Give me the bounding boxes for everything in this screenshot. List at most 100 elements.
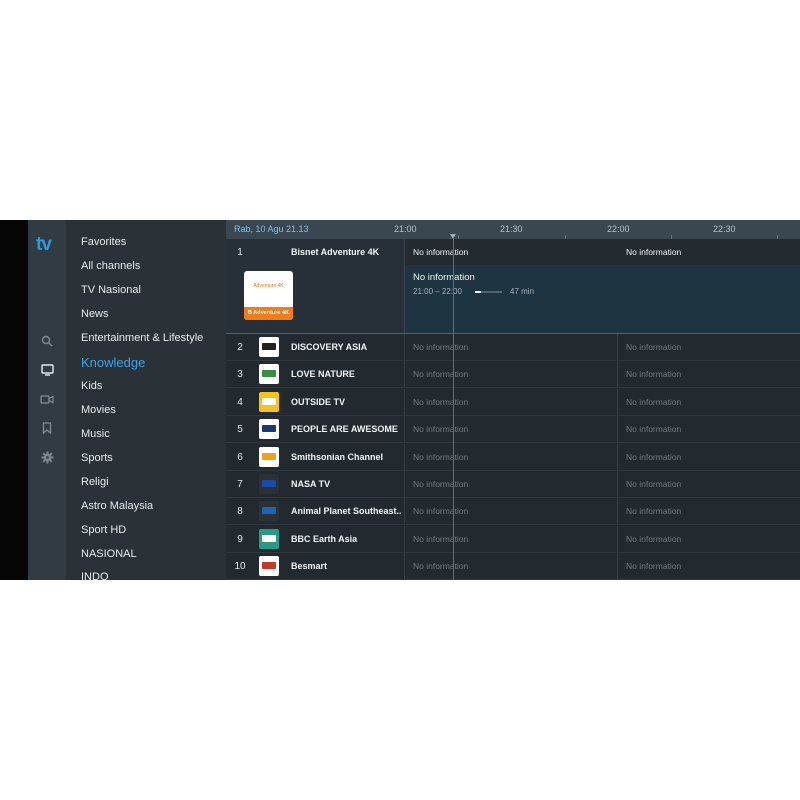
channel-name: PEOPLE ARE AWESOME: [291, 424, 398, 435]
program-title[interactable]: No information: [626, 506, 681, 516]
divider: [404, 388, 405, 416]
divider: [404, 443, 405, 471]
divider: [404, 416, 405, 444]
smithsonian-logo: [259, 446, 279, 467]
program-title[interactable]: No information: [626, 534, 681, 544]
channel-name: Bisnet Adventure 4K: [291, 247, 380, 257]
category-sport-hd[interactable]: Sport HD: [81, 524, 126, 536]
category-news[interactable]: News: [81, 308, 109, 320]
channel-row[interactable]: 5 PEOPLE ARE AWESOME No information No info…: [226, 416, 800, 444]
nasa-logo: [259, 474, 279, 494]
channel-row[interactable]: 8 Animal Planet Southeast... No informatio…: [226, 498, 800, 526]
channel-number: 3: [237, 369, 243, 381]
channel-row[interactable]: 7 NASA TV No information No information: [226, 471, 800, 498]
category-nasional[interactable]: NASIONAL: [81, 548, 137, 560]
channel-number: 2: [237, 342, 243, 353]
program-title[interactable]: No information: [626, 561, 681, 571]
divider: [617, 361, 618, 389]
time-label: 22:00: [607, 224, 630, 234]
current-time-line: [453, 239, 454, 580]
program-title[interactable]: No information: [413, 561, 468, 571]
channel-row[interactable]: 6 Smithsonian Channel No information No inf…: [226, 443, 800, 471]
gear-icon[interactable]: [38, 448, 56, 466]
program-title[interactable]: No information: [413, 342, 468, 352]
program-title[interactable]: No information: [626, 479, 681, 489]
channel-number: 5: [237, 424, 243, 436]
channel-row[interactable]: 10 Besmart No information No information: [226, 553, 800, 580]
video-camera-icon[interactable]: [38, 390, 56, 408]
animal-planet-logo: [259, 501, 279, 522]
program-detail-title: No information: [413, 272, 475, 283]
program-title[interactable]: No information: [413, 424, 468, 434]
people-are-awesome-logo: [259, 419, 279, 440]
program-title[interactable]: No information: [626, 247, 681, 257]
program-title[interactable]: No information: [413, 397, 468, 407]
channel-name: BBC Earth Asia: [291, 533, 358, 544]
category-favorites[interactable]: Favorites: [81, 236, 126, 248]
divider: [404, 553, 405, 580]
category-all-channels[interactable]: All channels: [81, 260, 140, 272]
search-icon[interactable]: [38, 332, 56, 350]
program-title[interactable]: No information: [413, 506, 468, 516]
category-tv-nasional[interactable]: TV Nasional: [81, 284, 141, 296]
program-title[interactable]: No information: [413, 452, 468, 462]
tv-guide-screen: tv Favorites All channels TV Nasional Ne…: [0, 220, 800, 580]
besmart-logo: [259, 556, 279, 577]
selected-channel-logo: Adventure 4K B Adventure 4K: [244, 271, 293, 320]
channel-name: Animal Planet Southeast...: [291, 506, 401, 517]
divider: [617, 416, 618, 444]
program-title[interactable]: No information: [413, 479, 468, 489]
outside-tv-logo: [259, 391, 279, 412]
selected-channel-row[interactable]: 1 Bisnet Adventure 4K No information No …: [226, 239, 800, 334]
channel-number: 7: [237, 479, 243, 490]
time-remaining: 47 min: [510, 287, 535, 296]
channel-row[interactable]: 2 DISCOVERY ASIA No information No informat…: [226, 334, 800, 361]
channel-name: LOVE NATURE: [291, 369, 355, 380]
tv-icon[interactable]: [38, 361, 56, 379]
divider: [617, 443, 618, 471]
channel-number: 9: [237, 533, 243, 545]
channel-number: 10: [234, 561, 246, 573]
love-nature-logo: [259, 364, 279, 385]
bookmark-icon[interactable]: [38, 419, 56, 437]
time-label: 21:30: [500, 224, 523, 234]
channel-row[interactable]: 9 BBC Earth Asia No information No informat…: [226, 525, 800, 553]
channel-number: 6: [237, 451, 243, 463]
category-entertainment-lifestyle[interactable]: Entertainment & Lifestyle: [81, 332, 203, 344]
divider: [404, 239, 405, 334]
channel-name: NASA TV: [291, 479, 331, 489]
divider: [404, 525, 405, 553]
divider: [404, 361, 405, 389]
category-music[interactable]: Music: [81, 428, 110, 440]
divider: [617, 525, 618, 553]
nav-rail: tv: [28, 220, 66, 580]
program-title[interactable]: No information: [626, 397, 681, 407]
channel-number: 1: [237, 247, 243, 258]
program-title[interactable]: No information: [626, 369, 681, 379]
divider: [404, 498, 405, 526]
channel-row[interactable]: 4 OUTSIDE TV No information No information: [226, 388, 800, 416]
divider: [617, 388, 618, 416]
program-guide: Rab, 10 Agu 21.13 21:00 21:30 22:00 22:3…: [226, 220, 800, 580]
channel-name: DISCOVERY ASIA: [291, 342, 368, 352]
category-sports[interactable]: Sports: [81, 452, 113, 464]
program-title[interactable]: No information: [413, 247, 468, 257]
program-title[interactable]: No information: [413, 534, 468, 544]
program-title[interactable]: No information: [626, 424, 681, 434]
time-label: 21:00: [394, 224, 417, 234]
category-religi[interactable]: Religi: [81, 476, 109, 488]
category-kids[interactable]: Kids: [81, 380, 102, 392]
discovery-asia-logo: [259, 337, 279, 357]
category-movies[interactable]: Movies: [81, 404, 116, 416]
program-title[interactable]: No information: [626, 342, 681, 352]
time-label: 22:30: [713, 224, 736, 234]
channel-row[interactable]: 3 LOVE NATURE No information No information: [226, 361, 800, 389]
category-astro-malaysia[interactable]: Astro Malaysia: [81, 500, 153, 512]
category-knowledge[interactable]: Knowledge: [81, 355, 145, 370]
divider: [617, 471, 618, 498]
category-indo[interactable]: INDO: [81, 571, 109, 580]
program-title[interactable]: No information: [413, 369, 468, 379]
device-bezel: [0, 220, 28, 580]
channel-number: 8: [237, 506, 243, 518]
program-title[interactable]: No information: [626, 452, 681, 462]
